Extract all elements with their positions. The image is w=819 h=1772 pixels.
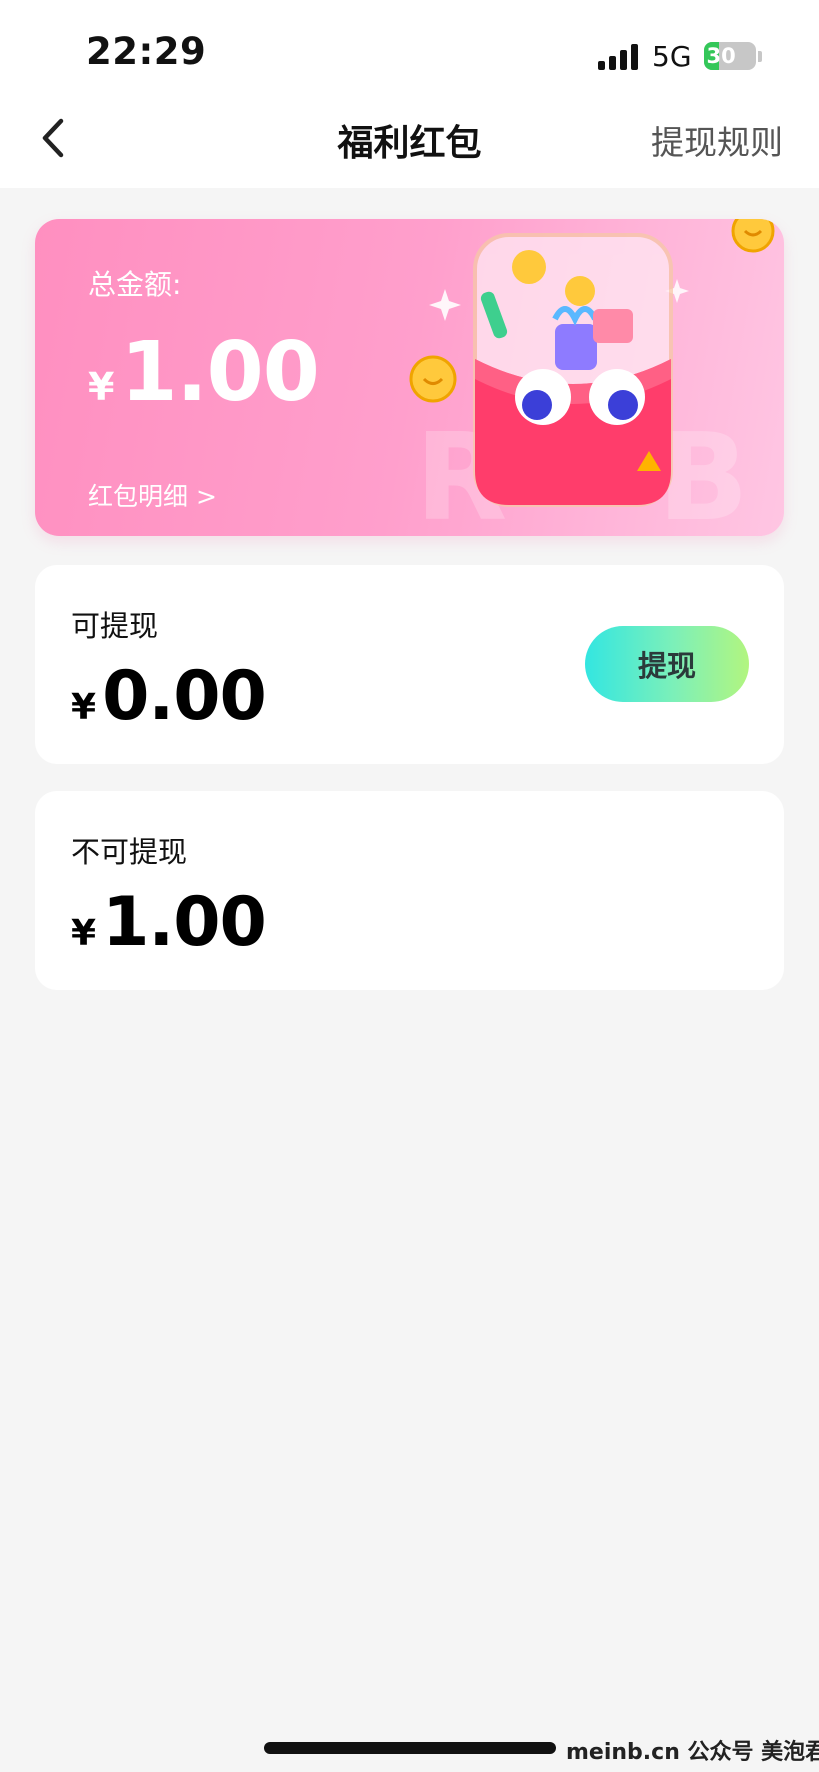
withdraw-rules-link[interactable]: 提现规则 <box>651 116 783 164</box>
withdrawable-amount: ¥ 0.00 <box>71 657 267 736</box>
withdraw-button[interactable]: 提现 <box>585 626 749 702</box>
watermark-text: meinb.cn 公众号 美泡君 <box>566 1740 819 1765</box>
battery-icon: 30 <box>703 42 756 70</box>
network-type: 5G <box>652 39 692 73</box>
total-amount-value: 1.00 <box>120 325 319 420</box>
battery-level: 30 <box>706 44 736 68</box>
non-withdrawable-amount-value: 1.00 <box>102 883 267 962</box>
status-time: 22:29 <box>86 30 207 73</box>
red-packet-detail-link[interactable]: 红包明细 > <box>88 477 217 513</box>
signal-icon <box>598 42 638 70</box>
non-withdrawable-card: 不可提现 ¥ 1.00 <box>35 791 784 990</box>
total-balance-card: RB 总金额: ¥ 1.00 红包明细 > <box>35 219 784 536</box>
withdrawable-label: 可提现 <box>71 609 159 643</box>
currency-symbol: ¥ <box>88 365 115 409</box>
red-packet-mascot-illustration <box>409 219 775 507</box>
non-withdrawable-amount: ¥ 1.00 <box>71 883 267 962</box>
header: 22:29 5G 30 福利红包 提现规则 <box>0 0 819 188</box>
total-label: 总金额: <box>88 268 182 301</box>
withdrawable-card: 可提现 ¥ 0.00 提现 <box>35 565 784 764</box>
status-icons: 5G 30 <box>598 38 762 74</box>
currency-symbol: ¥ <box>71 687 97 728</box>
withdrawable-amount-value: 0.00 <box>102 657 267 736</box>
currency-symbol: ¥ <box>71 913 97 954</box>
total-amount: ¥ 1.00 <box>88 325 320 420</box>
home-indicator[interactable] <box>264 1742 556 1754</box>
non-withdrawable-label: 不可提现 <box>71 835 188 869</box>
